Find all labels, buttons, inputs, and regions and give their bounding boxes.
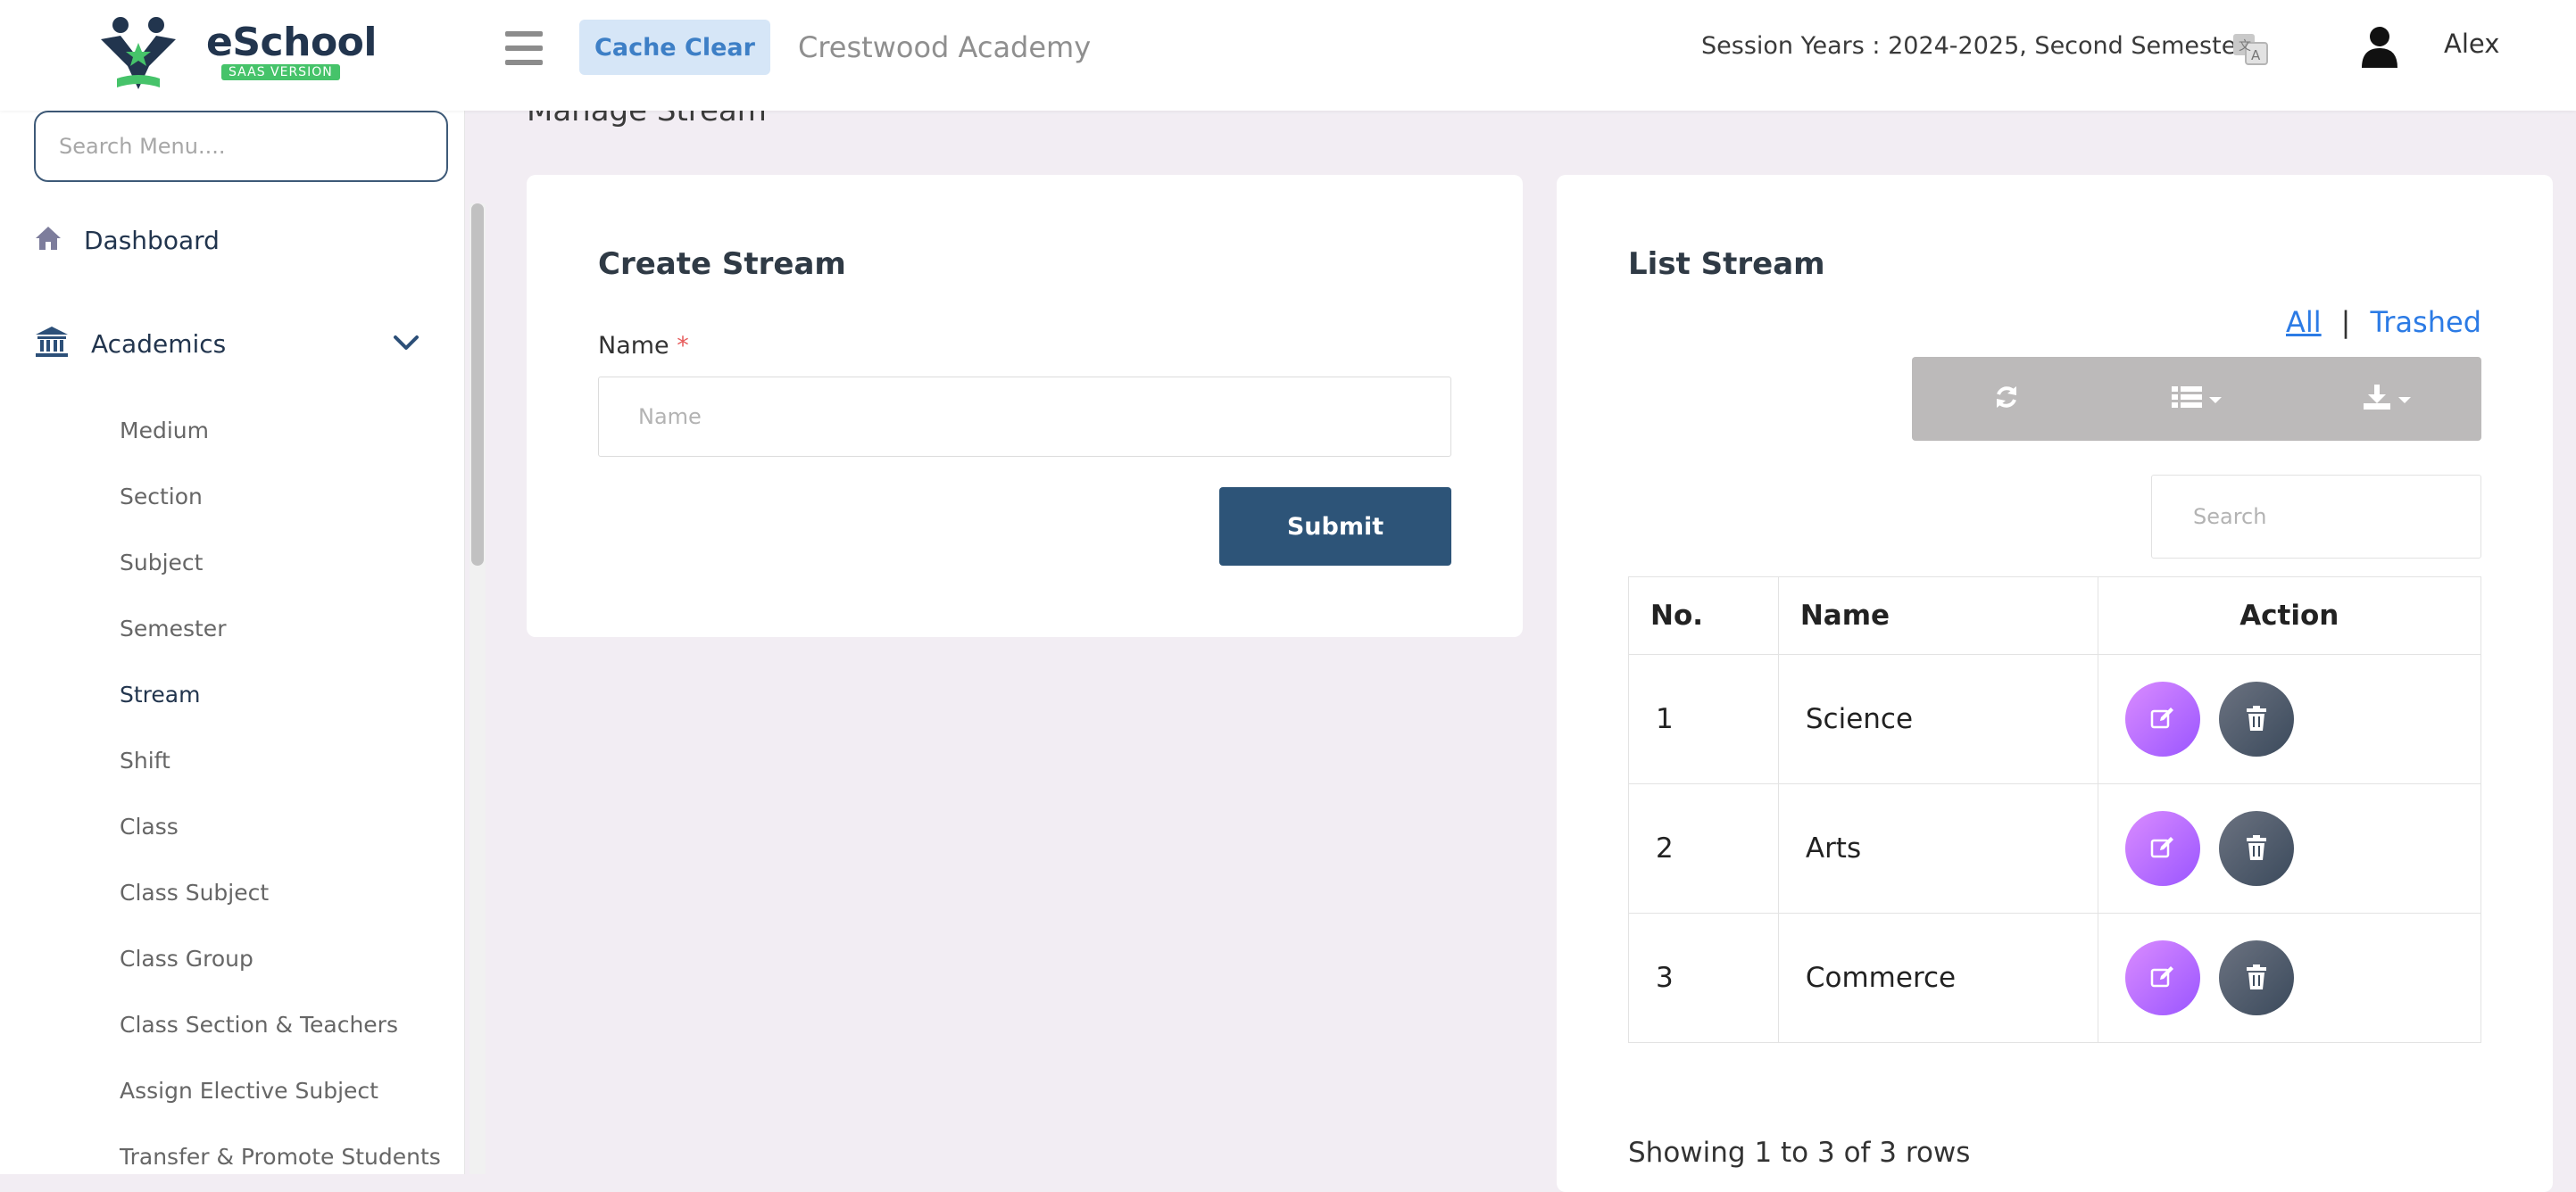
sidebar-subitem-class-section-teachers[interactable]: Class Section & Teachers xyxy=(120,1012,398,1038)
list-filter-links: All | Trashed xyxy=(2286,305,2481,339)
user-name[interactable]: Alex xyxy=(2444,29,2499,59)
caret-down-icon xyxy=(2397,391,2411,408)
session-years-text: Session Years : 2024-2025, Second Semest… xyxy=(1701,32,2247,60)
cache-clear-button[interactable]: Cache Clear xyxy=(579,20,770,75)
brand-name: eSchool xyxy=(206,20,377,65)
edit-button[interactable] xyxy=(2124,682,2200,757)
table-row: 2 Arts xyxy=(1628,783,2482,914)
delete-button[interactable] xyxy=(2219,682,2295,757)
list-stream-title: List Stream xyxy=(1628,246,1825,282)
sidebar-item-label: Dashboard xyxy=(84,225,220,255)
translate-icon[interactable]: 文 A xyxy=(2231,30,2269,71)
required-asterisk: * xyxy=(677,332,689,360)
list-stream-card: List Stream All | Trashed Search No. Nam… xyxy=(1557,175,2553,1192)
sidebar-subitem-shift[interactable]: Shift xyxy=(120,748,170,774)
school-name: Crestwood Academy xyxy=(798,30,1092,64)
stream-table: No. Name Action 1 Science 2 Arts 3 Comme… xyxy=(1628,576,2482,1043)
menu-toggle-icon[interactable] xyxy=(505,31,543,65)
create-stream-card: Create Stream Name * Submit xyxy=(527,175,1523,637)
sidebar-search-input[interactable] xyxy=(34,111,448,182)
sidebar-subitem-subject[interactable]: Subject xyxy=(120,550,203,575)
edit-icon xyxy=(2149,834,2176,864)
sidebar-subitem-assign-elective-subject[interactable]: Assign Elective Subject xyxy=(120,1078,378,1104)
edit-icon xyxy=(2149,964,2176,993)
trash-icon xyxy=(2245,705,2268,734)
sidebar-subitem-class-group[interactable]: Class Group xyxy=(120,946,253,972)
chevron-down-icon[interactable] xyxy=(393,334,420,355)
top-navbar: eSchool SAAS VERSION Cache Clear Crestwo… xyxy=(0,0,2576,111)
column-header-no[interactable]: No. xyxy=(1628,576,1779,655)
svg-text:A: A xyxy=(2251,47,2261,63)
sidebar-item-dashboard[interactable]: Dashboard xyxy=(34,225,220,255)
home-icon xyxy=(34,225,62,255)
list-columns-icon xyxy=(2172,385,2202,413)
create-stream-title: Create Stream xyxy=(598,246,846,282)
stream-name-input[interactable] xyxy=(598,377,1451,457)
row-name: Arts xyxy=(1777,783,2098,914)
edit-button[interactable] xyxy=(2124,811,2200,886)
refresh-button[interactable] xyxy=(1912,357,2102,441)
sidebar-subitem-stream[interactable]: Stream xyxy=(120,682,200,708)
sidebar-subitem-medium[interactable]: Medium xyxy=(120,418,209,443)
sidebar-scrollbar-thumb[interactable] xyxy=(471,203,484,566)
sidebar-subitem-section[interactable]: Section xyxy=(120,484,203,509)
bank-icon xyxy=(34,325,70,362)
name-field-label: Name * xyxy=(598,332,689,360)
sidebar-subitem-class[interactable]: Class xyxy=(120,814,179,840)
row-number: 1 xyxy=(1628,654,1779,784)
row-actions xyxy=(2097,783,2482,914)
row-name: Commerce xyxy=(1777,913,2098,1043)
table-toolbar xyxy=(1912,357,2481,441)
filter-all-link[interactable]: All xyxy=(2286,305,2322,339)
svg-text:文: 文 xyxy=(2239,39,2251,54)
row-number: 3 xyxy=(1628,913,1779,1043)
table-header-row: No. Name Action xyxy=(1628,576,2482,655)
row-number: 2 xyxy=(1628,783,1779,914)
table-row: 1 Science xyxy=(1628,654,2482,784)
table-search-input[interactable] xyxy=(2151,475,2481,559)
edit-button[interactable] xyxy=(2124,940,2200,1015)
columns-toggle-button[interactable] xyxy=(2102,357,2292,441)
sidebar-item-academics[interactable]: Academics xyxy=(34,325,226,362)
trash-icon xyxy=(2245,834,2268,864)
refresh-icon xyxy=(1993,384,2020,414)
sidebar-subitem-semester[interactable]: Semester xyxy=(120,616,226,642)
column-header-name[interactable]: Name xyxy=(1777,576,2098,655)
user-avatar-icon[interactable] xyxy=(2360,25,2399,73)
table-row: 3 Commerce xyxy=(1628,913,2482,1043)
row-name: Science xyxy=(1777,654,2098,784)
caret-down-icon xyxy=(2209,391,2222,408)
export-button[interactable] xyxy=(2291,357,2481,441)
name-label-text: Name xyxy=(598,332,669,360)
filter-separator: | xyxy=(2340,305,2351,339)
column-header-action: Action xyxy=(2097,576,2482,655)
pagination-info: Showing 1 to 3 of 3 rows xyxy=(1628,1137,1971,1169)
brand-version-badge: SAAS VERSION xyxy=(221,64,340,80)
download-icon xyxy=(2363,384,2391,414)
sidebar: Dashboard Academics Medium Section Subje… xyxy=(0,111,486,1174)
row-actions xyxy=(2097,913,2482,1043)
filter-trashed-link[interactable]: Trashed xyxy=(2370,305,2481,339)
row-actions xyxy=(2097,654,2482,784)
sidebar-subitem-class-subject[interactable]: Class Subject xyxy=(120,880,269,906)
sidebar-subitem-transfer-promote-students[interactable]: Transfer & Promote Students xyxy=(120,1144,441,1170)
sidebar-item-label: Academics xyxy=(91,328,227,359)
delete-button[interactable] xyxy=(2219,811,2295,886)
delete-button[interactable] xyxy=(2219,940,2295,1015)
submit-button[interactable]: Submit xyxy=(1219,487,1451,566)
edit-icon xyxy=(2149,705,2176,734)
trash-icon xyxy=(2245,964,2268,993)
logo-graphic-icon xyxy=(101,17,176,89)
